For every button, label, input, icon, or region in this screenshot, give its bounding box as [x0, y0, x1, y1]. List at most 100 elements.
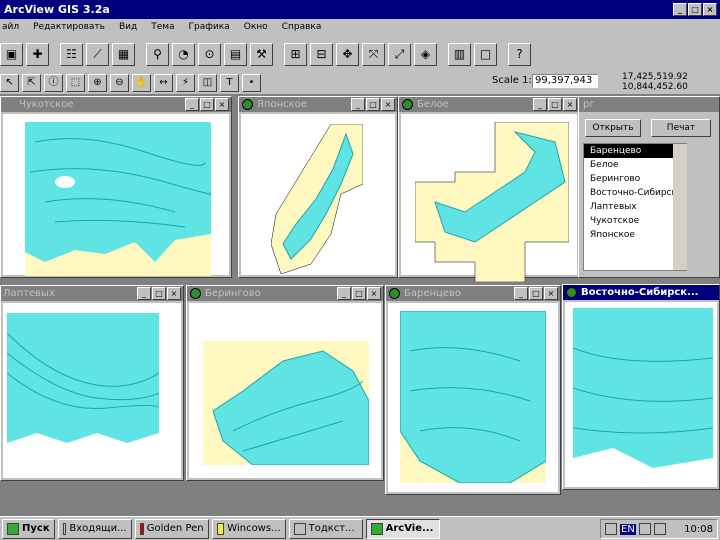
maximize-button[interactable]: □ — [152, 287, 166, 300]
catalog-scrollbar[interactable] — [673, 144, 687, 270]
minimize-button[interactable]: _ — [351, 98, 365, 111]
layout-icon[interactable]: ⊞ — [284, 42, 307, 66]
list-item[interactable]: Японское — [584, 228, 686, 242]
map-icon[interactable]: ▥ — [448, 42, 471, 66]
minimize-button[interactable]: _ — [337, 287, 351, 300]
taskbar-item-text[interactable]: Тодкст... — [288, 518, 363, 539]
maximize-button[interactable]: □ — [548, 98, 562, 111]
identify-icon[interactable]: ⓘ — [44, 74, 63, 92]
map-canvas[interactable] — [3, 114, 229, 276]
view-window-chukotskoye[interactable]: Чукотское _ □ × — [0, 96, 232, 278]
map-canvas[interactable] — [388, 303, 558, 492]
language-indicator[interactable]: EN — [620, 523, 636, 535]
menu-edit[interactable]: Редактировать — [33, 19, 105, 36]
close-button[interactable]: × — [544, 287, 558, 300]
select-icon[interactable]: ⬚ — [66, 74, 85, 92]
minimize-button[interactable]: _ — [533, 98, 547, 111]
map-canvas[interactable] — [189, 303, 381, 478]
frame-icon[interactable]: □ — [474, 42, 497, 66]
map-canvas[interactable] — [3, 303, 181, 478]
window-title-bar[interactable]: Чукотское _ □ × — [1, 97, 231, 112]
menu-help[interactable]: Справка — [282, 19, 322, 36]
view-window-beloye[interactable]: Белое _ □ × — [398, 96, 580, 282]
help-icon[interactable]: ? — [508, 42, 531, 66]
zoom-selected-icon[interactable]: ⤢ — [388, 42, 411, 66]
view-window-yaponskoye[interactable]: Японское _ □ × — [238, 96, 398, 278]
maximize-button[interactable]: □ — [688, 3, 702, 16]
maximize-button[interactable]: □ — [529, 287, 543, 300]
vertex-icon[interactable]: ⇱ — [22, 74, 41, 92]
map-canvas[interactable] — [401, 114, 577, 282]
locate-icon[interactable]: ⊙ — [198, 42, 221, 66]
view-window-beringovo[interactable]: Берингово _ □ × — [186, 285, 384, 481]
minimize-button[interactable]: _ — [185, 98, 199, 111]
scale-input[interactable]: 99,397,943 — [532, 74, 598, 88]
query-icon[interactable]: ◔ — [172, 42, 195, 66]
zoom-full-icon[interactable]: ⤧ — [362, 42, 385, 66]
window-title-bar[interactable]: рг — [579, 97, 719, 112]
select-features-icon[interactable]: ◈ — [414, 42, 437, 66]
add-theme-icon[interactable]: ✚ — [26, 42, 49, 66]
window-title-bar[interactable]: Берингово _ □ × — [187, 286, 383, 301]
point-icon[interactable]: • — [242, 74, 261, 92]
window-title-bar[interactable]: Японское _ □ × — [239, 97, 397, 112]
map-canvas[interactable] — [241, 114, 395, 275]
list-item[interactable]: Берингово — [584, 172, 686, 186]
close-button[interactable]: × — [703, 3, 717, 16]
hammer-icon[interactable]: ⚒ — [250, 42, 273, 66]
minimize-button[interactable]: _ — [137, 287, 151, 300]
menu-view[interactable]: Вид — [119, 19, 137, 36]
taskbar-item-arcview[interactable]: ArcVie... — [365, 518, 440, 539]
close-button[interactable]: × — [381, 98, 395, 111]
layout-icon-2[interactable]: ⊟ — [310, 42, 333, 66]
pan-hand-icon[interactable]: ✋ — [132, 74, 151, 92]
tray-app-icon[interactable] — [653, 523, 666, 535]
pointer-icon[interactable]: ↖ — [0, 74, 19, 92]
taskbar-item-golden-pen[interactable]: Golden Pen — [134, 518, 209, 539]
list-item[interactable]: Лаптевых — [584, 200, 686, 214]
zoom-out-icon[interactable]: ⊖ — [110, 74, 129, 92]
menu-file[interactable]: айл — [2, 19, 19, 36]
open-button[interactable]: Открыть — [585, 119, 641, 137]
view-window-laptevykh[interactable]: Лаптевых _ □ × — [0, 285, 184, 481]
clock[interactable]: 10:08 — [684, 524, 713, 535]
volume-icon[interactable] — [638, 523, 651, 535]
measure-icon[interactable]: ↔ — [154, 74, 173, 92]
close-button[interactable]: × — [215, 98, 229, 111]
minimize-button[interactable]: _ — [673, 3, 687, 16]
pan-icon[interactable]: ✥ — [336, 42, 359, 66]
maximize-button[interactable]: □ — [352, 287, 366, 300]
list-item[interactable]: Белое — [584, 158, 686, 172]
menu-theme[interactable]: Тема — [151, 19, 174, 36]
close-button[interactable]: × — [563, 98, 577, 111]
list-item[interactable]: Баренцево — [584, 144, 686, 158]
taskbar-item-windows[interactable]: Wincows... — [211, 518, 286, 539]
menu-graphics[interactable]: Графика — [189, 19, 230, 36]
hotlink-icon[interactable]: ⚡ — [176, 74, 195, 92]
list-item[interactable]: Чукотское — [584, 214, 686, 228]
catalog-list[interactable]: Баренцево Белое Берингово Восточно-Сибир… — [583, 143, 687, 271]
minimize-button[interactable]: _ — [514, 287, 528, 300]
print-button[interactable]: Печат — [651, 119, 711, 137]
network-icon[interactable] — [605, 523, 617, 535]
area-icon[interactable]: ◫ — [198, 74, 217, 92]
start-button[interactable]: Пуск — [2, 518, 55, 539]
table-icon[interactable]: ▦ — [112, 42, 135, 66]
zoom-in-icon[interactable]: ⊕ — [88, 74, 107, 92]
edit-legend-icon[interactable]: ⟋ — [86, 42, 109, 66]
window-title-bar[interactable]: Восточно-Сибирск... — [563, 285, 719, 300]
close-button[interactable]: × — [367, 287, 381, 300]
chart-icon[interactable]: ▤ — [224, 42, 247, 66]
text-icon[interactable]: T — [220, 74, 239, 92]
theme-properties-icon[interactable]: ☷ — [60, 42, 83, 66]
save-icon[interactable]: ▣ — [0, 42, 23, 66]
maximize-button[interactable]: □ — [200, 98, 214, 111]
window-title-bar[interactable]: Баренцево _ □ × — [386, 286, 560, 301]
list-item[interactable]: Восточно-Сибирск — [584, 186, 686, 200]
window-title-bar[interactable]: Белое _ □ × — [399, 97, 579, 112]
view-window-barentsevo[interactable]: Баренцево _ □ × — [385, 285, 561, 495]
map-canvas[interactable] — [565, 302, 717, 487]
close-button[interactable]: × — [167, 287, 181, 300]
maximize-button[interactable]: □ — [366, 98, 380, 111]
app-title-bar[interactable]: ArcView GIS 3.2a _ □ × — [0, 0, 720, 19]
